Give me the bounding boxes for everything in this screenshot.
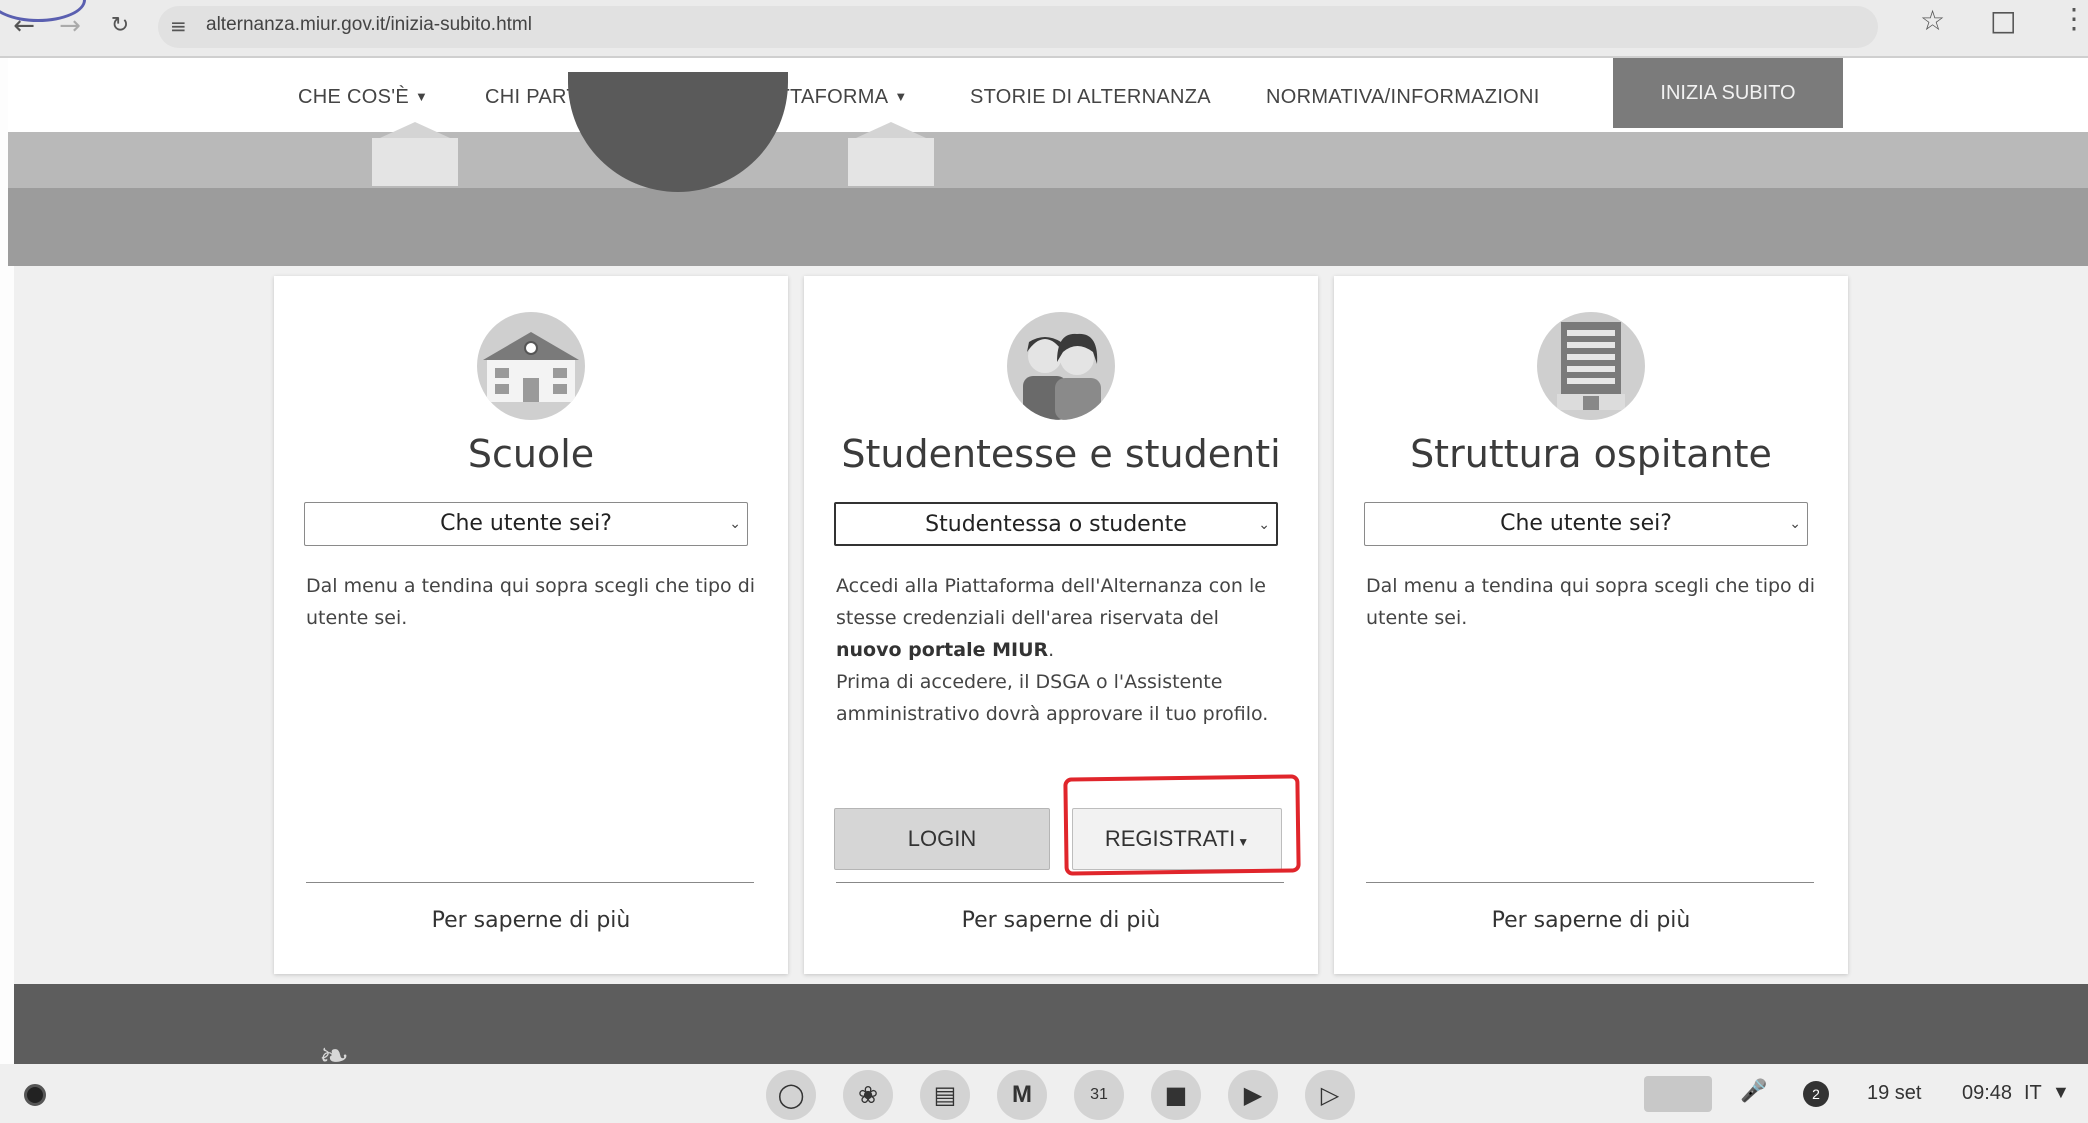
calendar-day: 31: [1090, 1086, 1108, 1103]
hero-banner: [8, 72, 2088, 266]
forward-icon[interactable]: →: [52, 8, 88, 44]
url-text[interactable]: alternanza.miur.gov.it/inizia-subito.htm…: [206, 14, 532, 36]
divider: [1366, 882, 1814, 883]
login-button[interactable]: LOGIN: [834, 808, 1050, 870]
youtube-icon[interactable]: ▷: [1305, 1070, 1355, 1120]
description-text: .: [1048, 639, 1055, 661]
house-icon: [372, 122, 458, 186]
footer-band: ❧: [14, 984, 2088, 1077]
card-title: Studentesse e studenti: [841, 432, 1281, 476]
language-label[interactable]: IT: [2024, 1082, 2042, 1105]
hero-illustration: [8, 132, 2088, 188]
chevron-down-icon: ⌄: [1789, 516, 1801, 532]
time-label[interactable]: 09:48: [1962, 1082, 2012, 1105]
select-value: Che utente sei?: [1500, 511, 1672, 536]
chevron-down-icon: ⌄: [729, 516, 741, 532]
palette-icon[interactable]: ❀: [843, 1070, 893, 1120]
chrome-icon[interactable]: ◯: [766, 1070, 816, 1120]
per-saperne-link[interactable]: Per saperne di più: [804, 908, 1318, 933]
students-icon: [1007, 312, 1115, 420]
reload-icon[interactable]: ↻: [102, 8, 138, 44]
user-type-select[interactable]: Che utente sei? ⌄: [1364, 502, 1808, 546]
notification-badge[interactable]: 2: [1803, 1081, 1829, 1107]
extensions-icon[interactable]: □: [1990, 4, 2016, 37]
divider: [306, 882, 754, 883]
os-taskbar: ◯ ❀ ▤ M 31 ■ ▶ ▷ 🎤 2 19 set 09:48 IT ▼: [0, 1064, 2088, 1123]
divider: [836, 882, 1284, 883]
nav-label: STORIE DI ALTERNANZA: [970, 86, 1211, 108]
caret-down-icon: ▼: [414, 89, 429, 104]
description-text: Accedi alla Piattaforma dell'Alternanza …: [836, 575, 1266, 629]
school-icon: [477, 312, 585, 420]
more-menu-icon[interactable]: ⋮: [2060, 2, 2088, 35]
wifi-icon[interactable]: ▼: [2052, 1082, 2070, 1103]
chevron-down-icon: ⌄: [1258, 517, 1270, 533]
screen-capture-thumbnail[interactable]: [1644, 1076, 1712, 1112]
bookmark-star-icon[interactable]: ☆: [1920, 4, 1945, 37]
browser-toolbar: ← → ↻ ≡ alternanza.miur.gov.it/inizia-su…: [0, 0, 2088, 58]
launcher-icon[interactable]: [24, 1084, 46, 1106]
cards-section: Scuole Che utente sei? ⌄ Dal menu a tend…: [14, 266, 2088, 984]
user-type-select[interactable]: Studentessa o studente ⌄: [834, 502, 1278, 546]
building-icon: [1537, 312, 1645, 420]
site-info-icon[interactable]: ≡: [170, 14, 187, 38]
annotation-highlight: [1063, 774, 1301, 876]
card-scuole: Scuole Che utente sei? ⌄ Dal menu a tend…: [274, 276, 788, 974]
back-icon[interactable]: ←: [6, 8, 42, 44]
files-icon[interactable]: ■: [1151, 1070, 1201, 1120]
nav-label: CHE COS'È: [298, 86, 409, 108]
select-value: Studentessa o studente: [925, 512, 1187, 537]
nav-label: NORMATIVA/INFORMAZIONI: [1266, 86, 1540, 108]
description-bold: nuovo portale MIUR: [836, 639, 1049, 661]
description-text: Prima di accedere, il DSGA o l'Assistent…: [836, 671, 1269, 725]
site-navigation: CHE COS'È▼ CHI PARTECIPA▼ LA PIATTAFORMA…: [8, 58, 2088, 132]
card-description: Dal menu a tendina qui sopra scegli che …: [1366, 575, 1816, 629]
address-bar[interactable]: ≡ alternanza.miur.gov.it/inizia-subito.h…: [158, 6, 1878, 48]
microphone-icon[interactable]: 🎤: [1740, 1078, 1767, 1104]
nav-item-normativa[interactable]: NORMATIVA/INFORMAZIONI: [1266, 86, 1540, 109]
gmail-icon[interactable]: M: [997, 1070, 1047, 1120]
per-saperne-link[interactable]: Per saperne di più: [274, 908, 788, 933]
slides-icon[interactable]: ▤: [920, 1070, 970, 1120]
card-description: Accedi alla Piattaforma dell'Alternanza …: [836, 570, 1286, 730]
select-value: Che utente sei?: [440, 511, 612, 536]
caret-down-icon: ▼: [894, 89, 908, 104]
card-title: Struttura ospitante: [1410, 432, 1772, 476]
play-store-icon[interactable]: ▶: [1228, 1070, 1278, 1120]
user-type-select[interactable]: Che utente sei? ⌄: [304, 502, 748, 546]
inizia-subito-button[interactable]: INIZIA SUBITO: [1613, 58, 1843, 128]
nav-item-storie[interactable]: STORIE DI ALTERNANZA: [970, 86, 1211, 109]
calendar-icon[interactable]: 31: [1074, 1070, 1124, 1120]
nav-item-che-cose[interactable]: CHE COS'È ▼: [298, 86, 428, 109]
card-description: Dal menu a tendina qui sopra scegli che …: [306, 575, 756, 629]
card-struttura: Struttura ospitante Che utente sei? ⌄ Da…: [1334, 276, 1848, 974]
per-saperne-link[interactable]: Per saperne di più: [1334, 908, 1848, 933]
house-icon: [848, 122, 934, 186]
date-label[interactable]: 19 set: [1867, 1082, 1921, 1105]
card-title: Scuole: [467, 432, 595, 476]
